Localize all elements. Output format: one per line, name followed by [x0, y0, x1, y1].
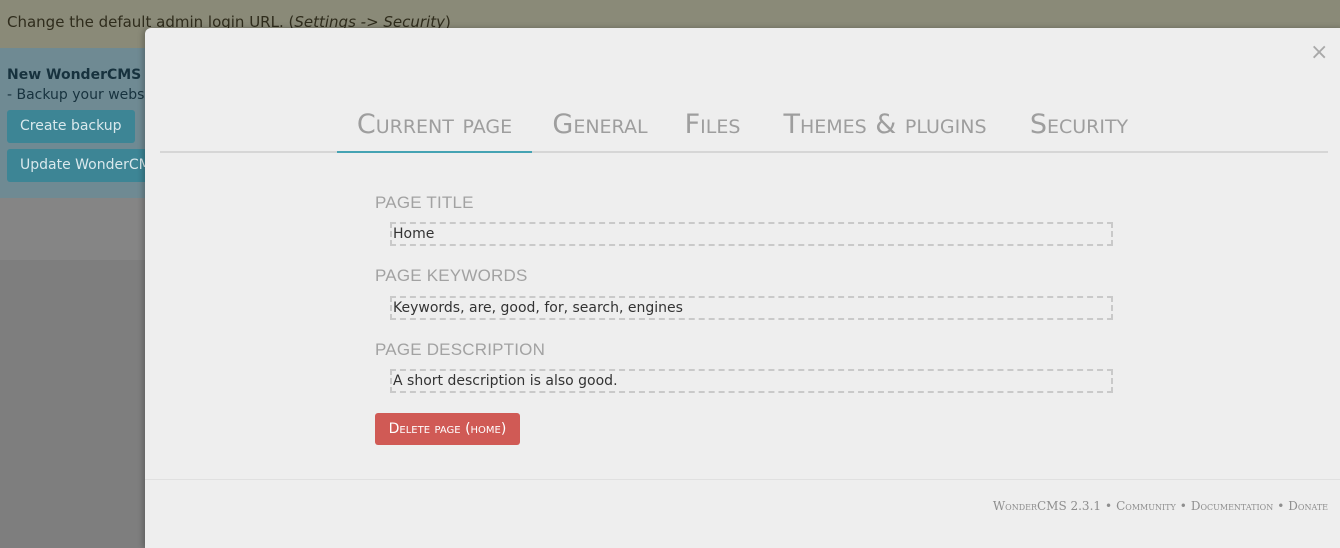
page-title-label: PAGE TITLE — [375, 193, 474, 212]
tab-themes-plugins[interactable]: Themes & plugins — [774, 105, 996, 153]
page-title-field[interactable]: Home — [390, 222, 1113, 246]
tab-general[interactable]: General — [548, 105, 652, 153]
footer-divider — [145, 479, 1340, 480]
footer-separator: • — [1179, 499, 1187, 513]
page-description-label: PAGE DESCRIPTION — [375, 340, 546, 359]
tab-current-page[interactable]: Current page — [337, 105, 532, 153]
page-keywords-label: PAGE KEYWORDS — [375, 266, 528, 285]
documentation-link[interactable]: Documentation — [1191, 499, 1273, 513]
close-icon[interactable]: × — [1310, 42, 1328, 64]
donate-link[interactable]: Donate — [1288, 499, 1328, 513]
settings-modal: × Current page General Files Themes & pl… — [145, 28, 1340, 548]
page-keywords-field[interactable]: Keywords, are, good, for, search, engine… — [390, 296, 1113, 320]
tab-files[interactable]: Files — [680, 105, 745, 153]
update-title: New WonderCMS — [7, 67, 142, 83]
modal-footer: WonderCMS 2.3.1 • Community • Documentation •… — [993, 499, 1328, 513]
footer-separator: • — [1105, 499, 1113, 513]
settings-tabs: Current page General Files Themes & plug… — [160, 105, 1328, 153]
page-description-field[interactable]: A short description is also good. — [390, 369, 1113, 393]
delete-page-button[interactable]: Delete page (home) — [375, 413, 520, 445]
version-text: WonderCMS 2.3.1 — [992, 499, 1102, 513]
community-link[interactable]: Community — [1116, 499, 1176, 513]
update-text: - Backup your webs — [7, 87, 145, 103]
footer-separator: • — [1277, 499, 1285, 513]
create-backup-button[interactable]: Create backup — [7, 110, 135, 143]
tab-security[interactable]: Security — [1024, 105, 1134, 153]
